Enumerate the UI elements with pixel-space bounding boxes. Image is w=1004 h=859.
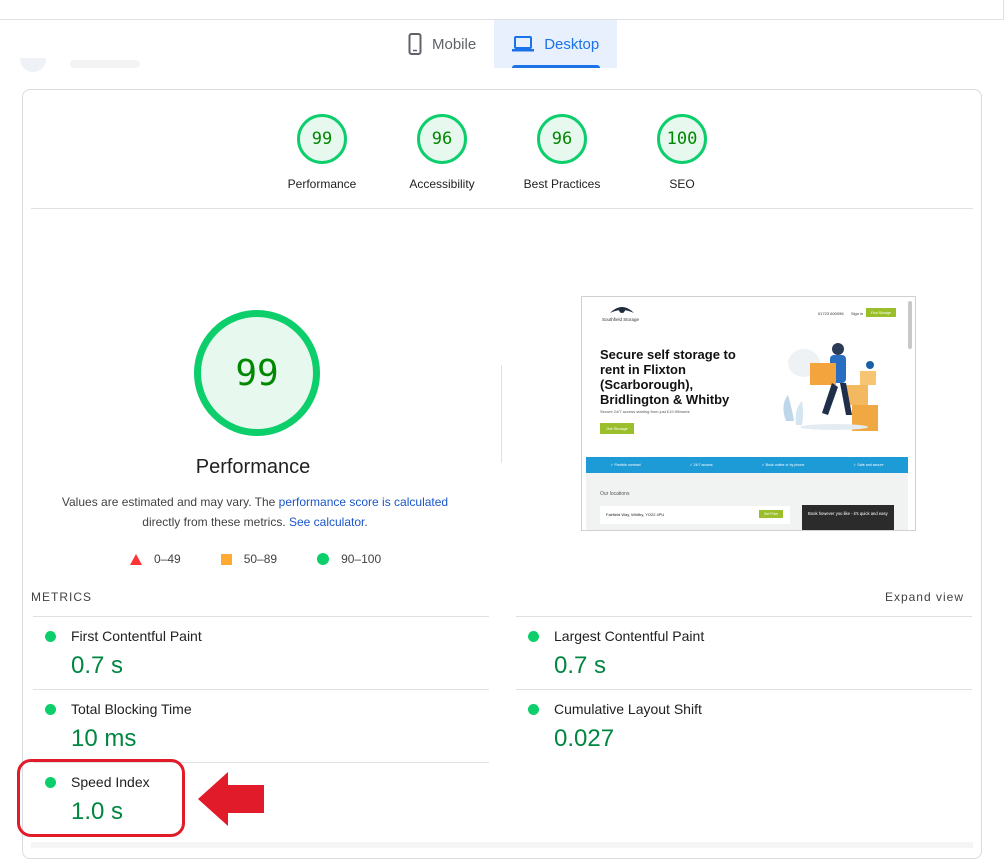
site-feature: ✓ Book online or by phone [761,463,805,467]
score-legend: 0–49 50–89 90–100 [130,552,421,566]
gauge-score: 96 [537,114,587,164]
site-headline-line: Secure self storage to [600,347,736,362]
site-feature: ✓ Flexible contract [610,463,641,467]
gauge-best-practices[interactable]: 96 Best Practices [502,114,622,191]
metric-largest-contentful-paint: Largest Contentful Paint 0.7 s [516,616,972,689]
gauge-label: SEO [669,177,695,191]
site-signin: Sign in [851,311,864,316]
pass-circle-icon [528,704,539,715]
note-text: Values are estimated and may vary. The [61,495,279,509]
site-feature: ✓ 24/7 access [689,463,713,467]
metric-name: Largest Contentful Paint [554,628,705,644]
performance-score-gauge: 99 [194,310,320,436]
gauge-performance[interactable]: 99 Performance [262,114,382,191]
final-screenshot: Southfield Storage 01723 600096 Sign in … [581,296,916,531]
gauges-divider [31,208,973,209]
performance-note: Values are estimated and may vary. The p… [40,492,470,532]
gauge-score: 100 [657,114,707,164]
site-location-button: Get Price [759,510,783,518]
metrics-heading: METRICS [31,590,92,604]
performance-score-link[interactable]: performance score is calculated [279,495,448,509]
gauge-score: 99 [297,114,347,164]
mobile-icon [408,33,422,55]
see-calculator-link[interactable]: See calculator [289,515,364,529]
site-feature: ✓ Safe and secure [853,463,884,467]
annotation-arrow-icon [198,772,264,826]
pass-circle-icon [45,704,56,715]
site-phone: 01723 600096 [818,311,844,316]
vertical-divider [501,365,502,463]
legend-range: 0–49 [154,552,181,566]
site-promo-text: Book however you like - it's quick and e… [808,511,888,516]
metric-cumulative-layout-shift: Cumulative Layout Shift 0.027 [516,689,972,762]
performance-title: Performance [195,456,311,478]
legend-range: 90–100 [341,552,382,566]
moving-person-illustration-icon [783,343,878,431]
site-cta: Find Storage [866,308,896,317]
expand-view-toggle[interactable]: Expand view [885,590,964,604]
card-bottom-strip [31,842,973,848]
gauge-label: Best Practices [523,177,601,191]
faded-avatar [20,58,46,72]
tab-mobile-label: Mobile [432,35,477,53]
site-locations-heading: Our locations [600,491,630,497]
metric-total-blocking-time: Total Blocking Time 10 ms [33,689,489,762]
device-tabs: Mobile Desktop [390,20,618,68]
site-feature-bar: ✓ Flexible contract ✓ 24/7 access ✓ Book… [586,457,908,473]
metric-first-contentful-paint: First Contentful Paint 0.7 s [33,616,489,689]
pass-circle-icon [45,631,56,642]
triangle-icon [130,553,142,565]
tab-desktop-label: Desktop [544,35,600,53]
legend-pass: 90–100 [317,552,381,566]
site-location-address: Fairfield Way, Whitby, YO22 4PU [606,512,665,517]
legend-range: 50–89 [243,552,278,566]
pass-circle-icon [528,631,539,642]
site-headline-line: Bridlington & Whitby [600,392,730,407]
note-text: . [364,515,368,529]
site-locations-panel: Our locations Fairfield Way, Whitby, YO2… [586,473,908,530]
legend-average: 50–89 [220,552,278,566]
metric-name: Total Blocking Time [71,701,192,717]
site-headline-line: rent in Flixton [600,362,686,377]
category-gauges: 99 Performance 96 Accessibility 96 Best … [262,114,742,191]
site-headline-line: (Scarborough), [600,377,694,392]
square-icon [220,553,232,565]
metric-name: First Contentful Paint [71,628,202,644]
site-subtext: Secure 24/7 access starting from just £1… [600,409,690,414]
gauge-label: Performance [287,177,357,191]
gauge-seo[interactable]: 100 SEO [622,114,742,191]
site-scrollbar [908,301,912,349]
gauge-accessibility[interactable]: 96 Accessibility [382,114,502,191]
tab-desktop[interactable]: Desktop [494,20,618,68]
laptop-icon [512,36,535,52]
note-text: directly from these metrics. [142,515,289,529]
metric-value: 0.7 s [554,652,607,679]
site-logo-icon [610,307,634,313]
site-location-card: Fairfield Way, Whitby, YO22 4PU Get Pric… [600,506,790,524]
metric-value: 0.027 [554,725,615,752]
site-promo-card: Book however you like - it's quick and e… [802,505,894,530]
gauge-label: Accessibility [409,177,475,191]
tab-mobile[interactable]: Mobile [390,20,494,68]
circle-icon [317,553,330,565]
gauge-score: 96 [417,114,467,164]
legend-fail: 0–49 [130,552,181,566]
site-get-storage-button: Get Storage [600,423,634,434]
metric-value: 10 ms [71,725,137,752]
metric-name: Cumulative Layout Shift [554,701,702,717]
faded-url-text [70,60,140,68]
site-logo-text: Southfield Storage [602,317,640,322]
site-headline: Secure self storage to rent in Flixton (… [600,347,736,407]
metric-value: 0.7 s [71,652,124,679]
annotation-highlight-box [17,759,185,837]
